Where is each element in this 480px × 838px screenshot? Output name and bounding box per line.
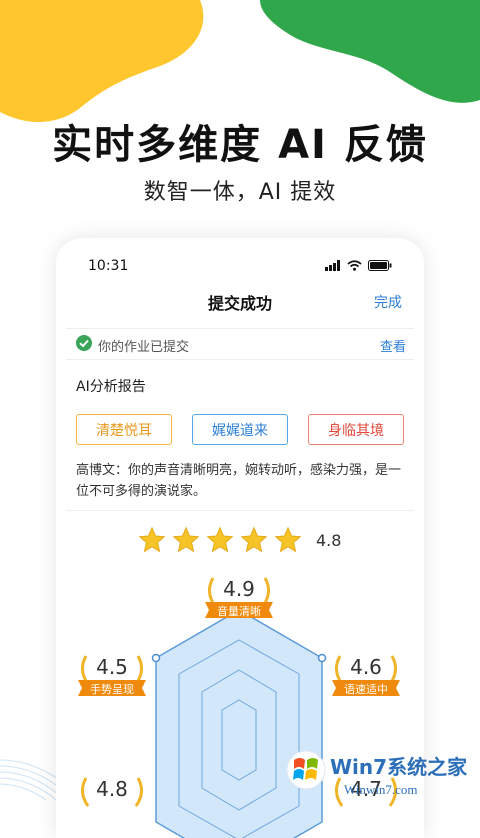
tag-clear: 清楚悦耳	[76, 414, 172, 445]
battery-icon	[368, 260, 392, 271]
status-time: 10:31	[88, 258, 129, 274]
page-title: 提交成功	[207, 294, 272, 313]
star-icon	[274, 526, 302, 553]
score-volume: 4.9	[223, 577, 255, 601]
award-badge-volume: 4.9 音量清晰	[205, 577, 273, 618]
tag-immersive: 身临其境	[308, 414, 404, 445]
divider	[66, 510, 414, 511]
star-icon	[172, 526, 200, 553]
check-circle-icon	[76, 335, 92, 351]
score-bottom-left: 4.8	[96, 777, 128, 801]
award-badge-bottom-left: 4.8	[81, 777, 143, 807]
watermark-url: Winwin7.com	[344, 782, 418, 797]
star-icon	[138, 526, 166, 553]
yellow-blob-decoration	[0, 0, 204, 123]
star-icon	[206, 526, 234, 553]
rating-score: 4.8	[316, 530, 342, 550]
green-blob-decoration	[260, 0, 480, 103]
status-icons	[325, 260, 392, 271]
teacher-comment: 高博文：你的声音清晰明亮，婉转动听，感染力强，是一位不可多得的演说家。	[76, 463, 402, 499]
watermark-logo: Win7系统之家 Winwin7.com	[286, 750, 468, 797]
status-bar: 10:31	[88, 258, 392, 276]
label-speed: 语速适中	[344, 683, 388, 696]
label-gesture: 手势呈现	[90, 682, 134, 696]
notice-message: 你的作业已提交	[98, 340, 190, 355]
view-link[interactable]: 查看	[380, 336, 406, 355]
report-title: AI分析报告	[76, 379, 146, 395]
tag-list: 清楚悦耳 娓娓道来 身临其境	[76, 414, 404, 445]
nav-bar: 提交成功 完成	[56, 290, 424, 318]
watermark-text: Win7系统之家	[330, 755, 468, 779]
done-button[interactable]: 完成	[374, 292, 402, 312]
hero-subtitle: 数智一体，AI 提效	[143, 180, 337, 205]
score-speed: 4.6	[350, 655, 382, 679]
star-rating: 4.8	[138, 526, 341, 554]
award-badge-gesture: 4.5 手势呈现	[78, 655, 146, 696]
label-volume: 音量清晰	[217, 604, 261, 618]
wifi-icon	[347, 260, 362, 271]
star-icon	[240, 526, 268, 553]
radar-grid	[155, 609, 323, 838]
award-badge-speed: 4.6 语速适中	[332, 655, 400, 696]
submission-notice: 你的作业已提交 查看	[66, 328, 414, 360]
hero-title: 实时多维度 AI 反馈	[52, 122, 428, 168]
tag-fluent: 娓娓道来	[192, 414, 288, 445]
score-gesture: 4.5	[96, 655, 128, 679]
signal-icon	[325, 260, 340, 271]
